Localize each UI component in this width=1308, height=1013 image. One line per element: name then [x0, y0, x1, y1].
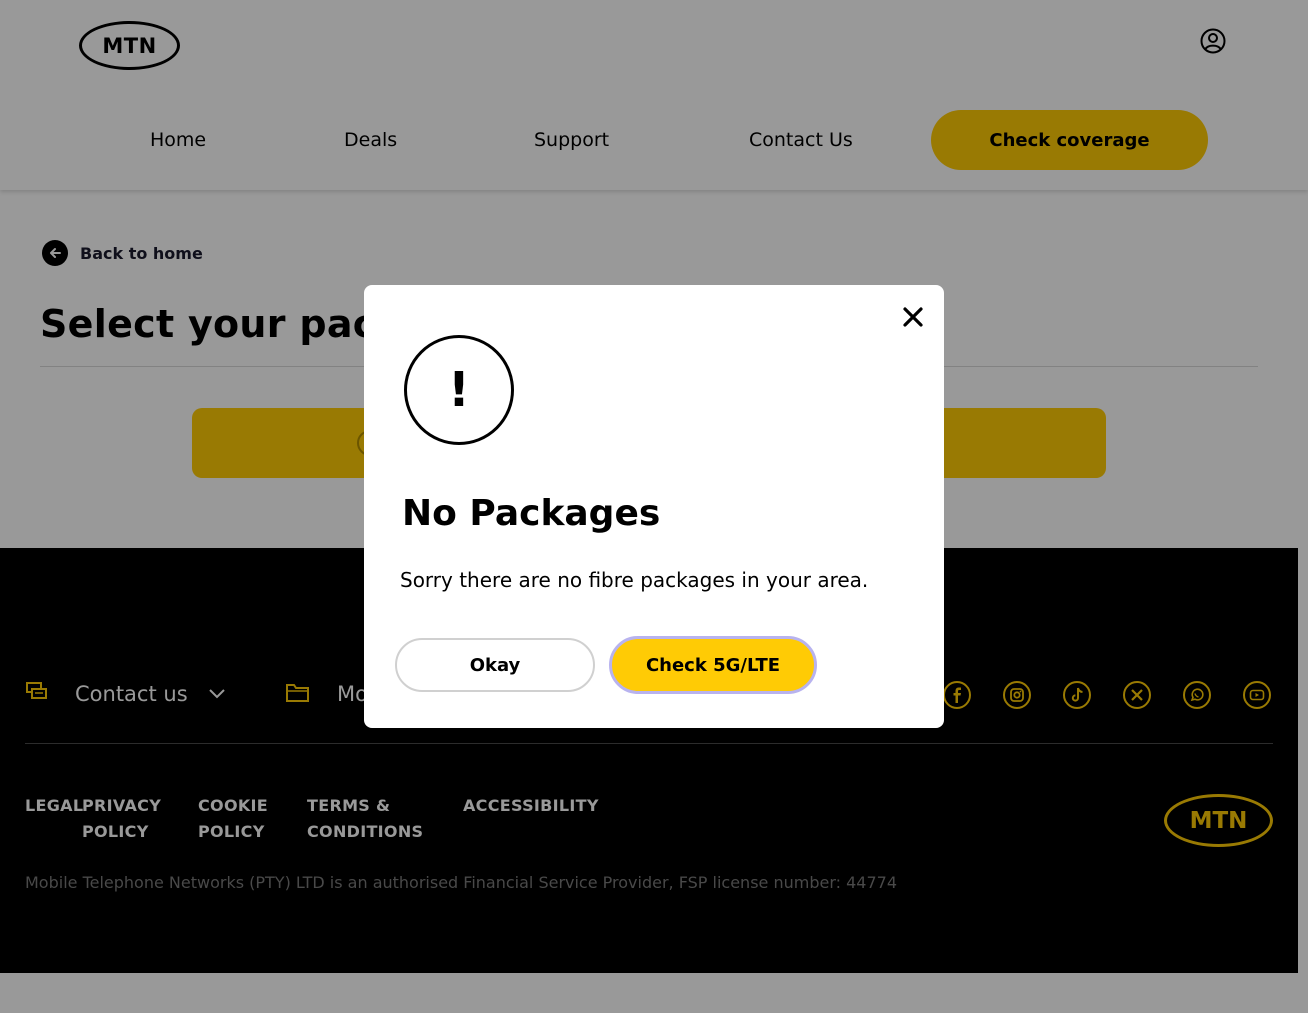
dialog-message: Sorry there are no fibre packages in you…	[400, 568, 869, 592]
dialog-title: No Packages	[402, 493, 661, 534]
check-5g-lte-button[interactable]: Check 5G/LTE	[609, 636, 817, 694]
no-packages-dialog: ! No Packages Sorry there are no fibre p…	[364, 285, 944, 728]
warning-icon: !	[404, 335, 514, 445]
okay-button[interactable]: Okay	[395, 638, 595, 692]
close-icon[interactable]	[900, 304, 926, 330]
